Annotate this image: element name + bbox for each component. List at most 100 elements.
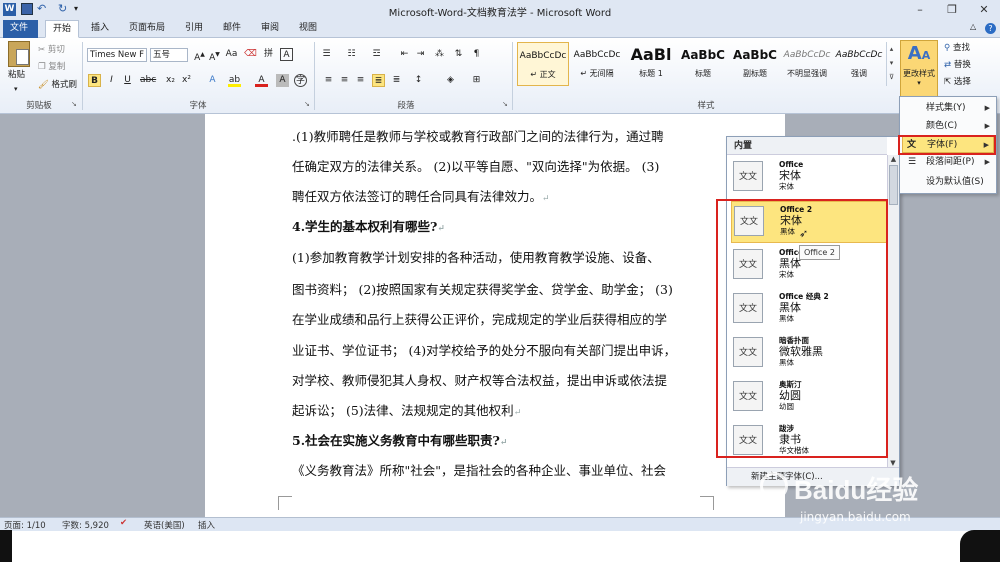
copy-icon: ❐ [38, 62, 46, 72]
word-count[interactable]: 字数: 5,920 [62, 519, 109, 531]
gallery-scrollbar[interactable]: ▲ ▼ [887, 155, 899, 467]
tab-view[interactable]: 视图 [292, 20, 324, 38]
font-size-combo[interactable]: 五号 [150, 48, 188, 62]
grow-font-icon[interactable]: A▲ [193, 48, 206, 63]
font-theme-item[interactable]: 文文 Office 宋体 宋体 [731, 157, 887, 199]
shrink-font-icon[interactable]: A▼ [208, 48, 221, 63]
paragraph-mark-icon: ↵ [513, 408, 522, 418]
styles-scroll-icon[interactable]: ▴ ▾ ⊽ [886, 42, 896, 86]
highlight-icon[interactable]: ab [228, 74, 241, 87]
find-button[interactable]: ⚲ 查找 [944, 41, 970, 56]
insert-mode[interactable]: 插入 [198, 519, 215, 531]
submenu-arrow-icon: ▶ [984, 122, 990, 130]
style-subtle-emphasis[interactable]: AaBbCcDc 不明显强调 [781, 42, 833, 86]
menu-item-paragraph-spacing[interactable]: ☰ 段落间距(P) ▶ [902, 153, 994, 171]
style-normal[interactable]: AaBbCcDc ↵ 正文 [517, 42, 569, 86]
borders-icon[interactable]: ⊞ [470, 74, 483, 87]
separator [82, 42, 83, 110]
multilevel-list-icon[interactable]: ☲ [370, 48, 383, 61]
restore-button[interactable]: ❐ [936, 0, 968, 20]
proofing-icon[interactable]: ✔ [120, 518, 127, 528]
doc-line-1: .(1)教师聘任是教师与学校或教育行政部门之间的法律行为，通过聘 [292, 129, 664, 144]
tab-references[interactable]: 引用 [178, 20, 210, 38]
char-shading-icon[interactable]: A [276, 74, 289, 87]
underline-icon[interactable]: U [121, 74, 134, 87]
style-subtitle[interactable]: AaBbC 副标题 [729, 42, 781, 86]
bullets-icon[interactable]: ☰ [320, 48, 333, 61]
show-marks-icon[interactable]: ¶ [470, 48, 483, 61]
justify-icon[interactable]: ≣ [372, 74, 385, 87]
cut-button[interactable]: ✂ 剪切 [38, 43, 65, 58]
font-name-combo[interactable]: Times New F [87, 48, 147, 62]
char-border-icon[interactable]: A [280, 48, 293, 61]
tab-home[interactable]: 开始 [45, 20, 80, 38]
tab-file[interactable]: 文件 [3, 20, 38, 38]
enclosed-char-icon[interactable]: 字 [294, 74, 307, 87]
font-theme-icon: 文文 [733, 161, 763, 191]
menu-item-set-default[interactable]: 设为默认值(S) [902, 173, 994, 191]
bottom-right-dark-patch [960, 530, 1000, 562]
copy-button[interactable]: ❐ 复制 [38, 60, 65, 75]
align-center-icon[interactable]: ≡ [338, 74, 351, 87]
strikethrough-icon[interactable]: abc [140, 74, 156, 87]
align-right-icon[interactable]: ≡ [354, 74, 367, 87]
gallery-highlight-frame [716, 199, 888, 458]
text-effects-icon[interactable]: A [206, 74, 219, 87]
font-launcher-icon[interactable]: ↘ [304, 100, 310, 108]
distributed-icon[interactable]: ≣ [390, 74, 403, 87]
menu-item-colors[interactable]: 颜色(C) ▶ [902, 117, 994, 135]
clear-format-icon[interactable]: ⌫ [244, 48, 257, 61]
bold-icon[interactable]: B [88, 74, 101, 87]
paste-dropdown-icon[interactable]: ▾ [14, 82, 18, 97]
language[interactable]: 英语(美国) [144, 519, 185, 531]
decrease-indent-icon[interactable]: ⇤ [398, 48, 411, 61]
italic-icon[interactable]: I [105, 74, 118, 87]
separator [314, 42, 315, 110]
scroll-up-icon[interactable]: ▲ [888, 155, 899, 163]
line-spacing-icon[interactable]: ↕ [412, 74, 425, 87]
style-title[interactable]: AaBbC 标题 [677, 42, 729, 86]
clipboard-launcher-icon[interactable]: ↘ [71, 100, 77, 108]
shading-icon[interactable]: ◈ [444, 74, 457, 87]
change-case-icon[interactable]: Aa [225, 48, 238, 61]
tab-page-layout[interactable]: 页面布局 [122, 20, 172, 38]
menu-item-style-set[interactable]: 样式集(Y) ▶ [902, 99, 994, 117]
format-painter-button[interactable]: 🖌 格式刷 [38, 78, 77, 93]
paragraph-launcher-icon[interactable]: ↘ [502, 100, 508, 108]
select-button[interactable]: ⇱ 选择 [944, 75, 971, 90]
increase-indent-icon[interactable]: ⇥ [414, 48, 427, 61]
numbering-icon[interactable]: ☷ [345, 48, 358, 61]
ribbon-tabs: 文件 开始 插入 页面布局 引用 邮件 审阅 视图 ? △ [0, 20, 1000, 38]
doc-heading-4: 4.学生的基本权利有哪些?↵ [292, 219, 445, 234]
close-button[interactable]: ✕ [968, 0, 1000, 20]
doc-line-3: 聘任双方依法签订的聘任合同具有法律效力。↵ [292, 189, 550, 204]
style-no-spacing[interactable]: AaBbCcDc ↵ 无间隔 [571, 42, 623, 86]
font-color-icon[interactable]: A [255, 74, 268, 87]
baidu-watermark: Baidu经验 jingyan.baidu.com [760, 466, 960, 546]
tab-mailings[interactable]: 邮件 [216, 20, 248, 38]
ribbon-minimize-icon[interactable]: △ [970, 22, 976, 31]
margin-corner-mark [700, 496, 714, 510]
minimize-button[interactable]: – [904, 0, 936, 20]
styles-group-label: 样式 [697, 101, 715, 111]
chinese-layout-icon[interactable]: ⁂ [433, 48, 446, 61]
superscript-icon[interactable]: x² [180, 74, 193, 87]
style-heading-1[interactable]: AaBl 标题 1 [625, 42, 677, 86]
change-styles-icon: AA [907, 43, 931, 64]
doc-line-10: 起诉讼； (5)法律、法规规定的其他权利↵ [292, 403, 522, 418]
tab-insert[interactable]: 插入 [84, 20, 116, 38]
scroll-thumb[interactable] [889, 165, 898, 205]
align-left-icon[interactable]: ≡ [322, 74, 335, 87]
doc-line-2: 任确定双方的法律关系。 (2)以平等自愿、"双向选择"为依据。 (3) [292, 159, 660, 174]
fonts-highlight-frame [898, 135, 996, 155]
doc-line-8: 业证书、学位证书； (4)对学校给予的处分不服向有关部门提出申诉， [292, 343, 677, 358]
subscript-icon[interactable]: x₂ [164, 74, 177, 87]
sort-icon[interactable]: ⇅ [452, 48, 465, 61]
font-group-label: 字体 [189, 101, 207, 111]
paste-button[interactable]: 粘贴 [8, 68, 25, 83]
tab-review[interactable]: 审阅 [254, 20, 286, 38]
pinyin-icon[interactable]: 拼 [262, 48, 275, 61]
style-emphasis[interactable]: AaBbCcDc 强调 [833, 42, 885, 86]
help-icon[interactable]: ? [985, 23, 996, 34]
replace-button[interactable]: ⇄ 替换 [944, 58, 971, 73]
